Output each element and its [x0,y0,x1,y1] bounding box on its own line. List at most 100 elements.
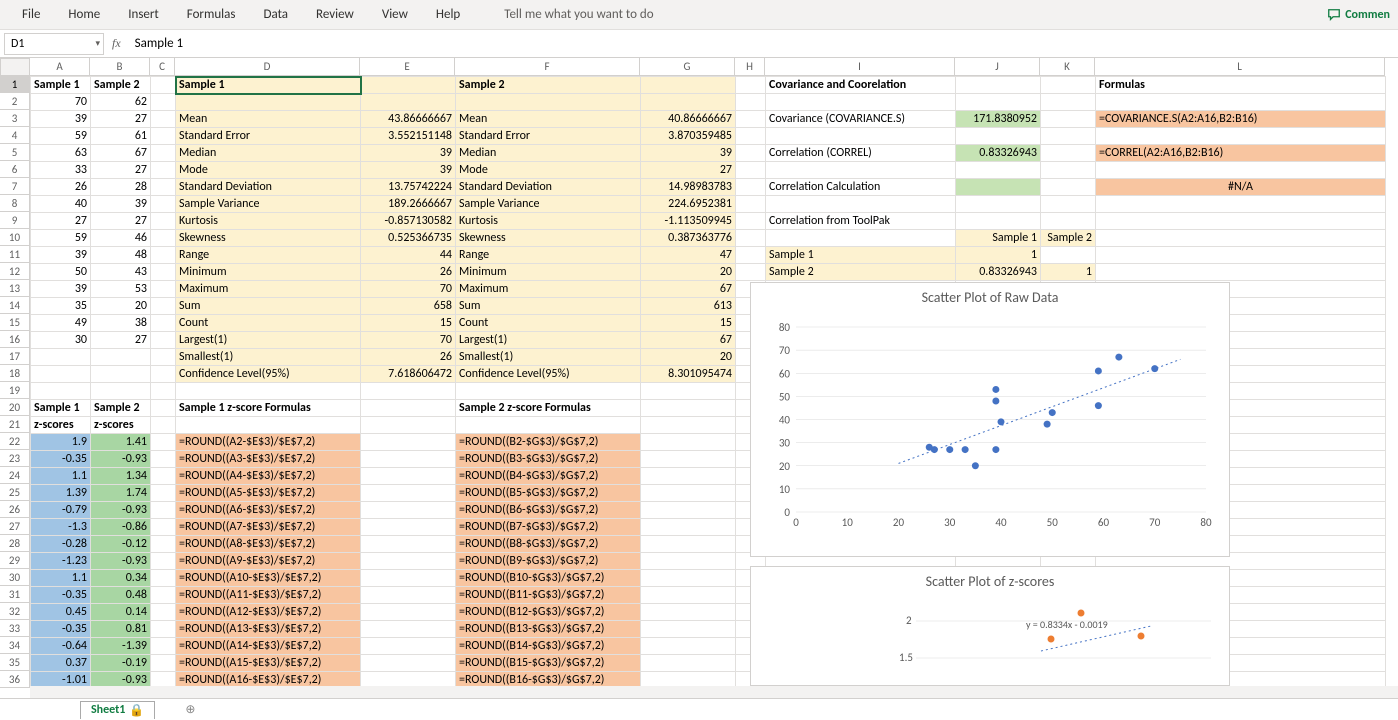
cell[interactable]: 39 [361,145,456,162]
cell[interactable] [151,553,176,570]
cell[interactable]: Sample Variance [456,196,641,213]
cell[interactable] [1041,128,1096,145]
cell[interactable] [641,77,736,94]
cell[interactable]: 8.301095474 [641,366,736,383]
cell[interactable]: 20 [91,298,151,315]
col-header-I[interactable]: I [765,58,955,76]
cell[interactable] [1096,247,1386,264]
cell[interactable] [176,383,361,400]
cell[interactable]: Confidence Level(95%) [176,366,361,383]
cell[interactable] [766,230,956,247]
cell[interactable]: 46 [91,230,151,247]
cell[interactable] [176,94,361,111]
col-header-H[interactable]: H [735,58,765,76]
row-header[interactable]: 8 [0,195,30,212]
cell[interactable]: 43.86666667 [361,111,456,128]
cell[interactable]: 3.552151148 [361,128,456,145]
cell[interactable]: 49 [31,315,91,332]
cell[interactable]: -0.35 [31,621,91,638]
cell[interactable] [91,383,151,400]
cell[interactable]: -0.35 [31,587,91,604]
cell[interactable] [361,519,456,536]
cell[interactable] [766,196,956,213]
cell[interactable] [956,162,1041,179]
cell[interactable]: Sum [176,298,361,315]
cell[interactable]: 189.2666667 [361,196,456,213]
cell[interactable]: 39 [31,247,91,264]
cell[interactable]: Sample 1 z-score Formulas [176,400,361,417]
cell[interactable]: 1.9 [31,434,91,451]
cell[interactable] [1041,162,1096,179]
cell[interactable] [1041,196,1096,213]
cell[interactable]: Covariance (COVARIANCE.S) [766,111,956,128]
cell[interactable]: Kurtosis [176,213,361,230]
cell[interactable]: 44 [361,247,456,264]
cell[interactable] [1041,145,1096,162]
cell[interactable] [151,604,176,621]
ribbon-tab-help[interactable]: Help [422,0,474,30]
col-header-C[interactable]: C [150,58,175,76]
cell[interactable]: 1.1 [31,570,91,587]
cell[interactable]: =ROUND((B9-$G$3)/$G$7,2) [456,553,641,570]
cell[interactable]: Sample 1 [31,400,91,417]
col-header-A[interactable]: A [30,58,90,76]
cell[interactable] [641,570,736,587]
cell[interactable] [641,621,736,638]
cell[interactable]: 0.83326943 [956,145,1041,162]
cell[interactable]: 40 [31,196,91,213]
cell[interactable]: -0.857130582 [361,213,456,230]
cell[interactable] [151,247,176,264]
cell[interactable] [361,94,456,111]
cell[interactable]: Sample 2 [1041,230,1096,247]
cell[interactable]: =ROUND((B14-$G$3)/$G$7,2) [456,638,641,655]
cell[interactable]: Correlation from ToolPak [766,213,956,230]
col-header-F[interactable]: F [455,58,640,76]
cell[interactable] [1096,162,1386,179]
cell[interactable] [151,213,176,230]
row-header[interactable]: 21 [0,416,30,433]
cell[interactable]: #N/A [1096,179,1386,196]
cell[interactable] [151,196,176,213]
row-header[interactable]: 23 [0,450,30,467]
cell[interactable]: 15 [641,315,736,332]
cell[interactable]: Smallest(1) [176,349,361,366]
cell[interactable]: 27 [91,162,151,179]
cell[interactable]: 50 [31,264,91,281]
cell[interactable] [736,145,766,162]
sheet-tab-active[interactable]: Sheet1 🔒 [80,701,155,719]
cell[interactable]: 3.870359485 [641,128,736,145]
cell[interactable]: Correlation (CORREL) [766,145,956,162]
cell[interactable]: Standard Error [176,128,361,145]
row-header[interactable]: 14 [0,297,30,314]
cell[interactable] [151,417,176,434]
cell[interactable]: -0.86 [91,519,151,536]
col-header-D[interactable]: D [175,58,360,76]
cell[interactable]: 0.34 [91,570,151,587]
cell[interactable] [91,366,151,383]
cell[interactable]: 67 [641,281,736,298]
cell[interactable]: 39 [91,196,151,213]
cell[interactable]: 61 [91,128,151,145]
horizontal-scrollbar[interactable] [30,686,1398,698]
cell[interactable]: Skewness [456,230,641,247]
cell[interactable]: =ROUND((B2-$G$3)/$G$7,2) [456,434,641,451]
cell[interactable] [151,332,176,349]
cell[interactable]: 0.37 [31,655,91,672]
name-box[interactable]: D1 [4,33,104,55]
cell[interactable] [1041,213,1096,230]
cell[interactable]: =ROUND((B8-$G$3)/$G$7,2) [456,536,641,553]
cell[interactable]: =ROUND((B3-$G$3)/$G$7,2) [456,451,641,468]
cell[interactable]: 1.39 [31,485,91,502]
cell[interactable]: 1.74 [91,485,151,502]
cell[interactable] [956,94,1041,111]
cell[interactable] [151,94,176,111]
cell[interactable] [151,230,176,247]
cell[interactable] [151,264,176,281]
cell[interactable] [1096,94,1386,111]
cell[interactable] [641,468,736,485]
fx-icon[interactable]: fx [112,36,121,51]
cell[interactable] [736,162,766,179]
cell[interactable]: 0.45 [31,604,91,621]
cell[interactable]: =ROUND((B15-$G$3)/$G$7,2) [456,655,641,672]
cell[interactable] [766,162,956,179]
